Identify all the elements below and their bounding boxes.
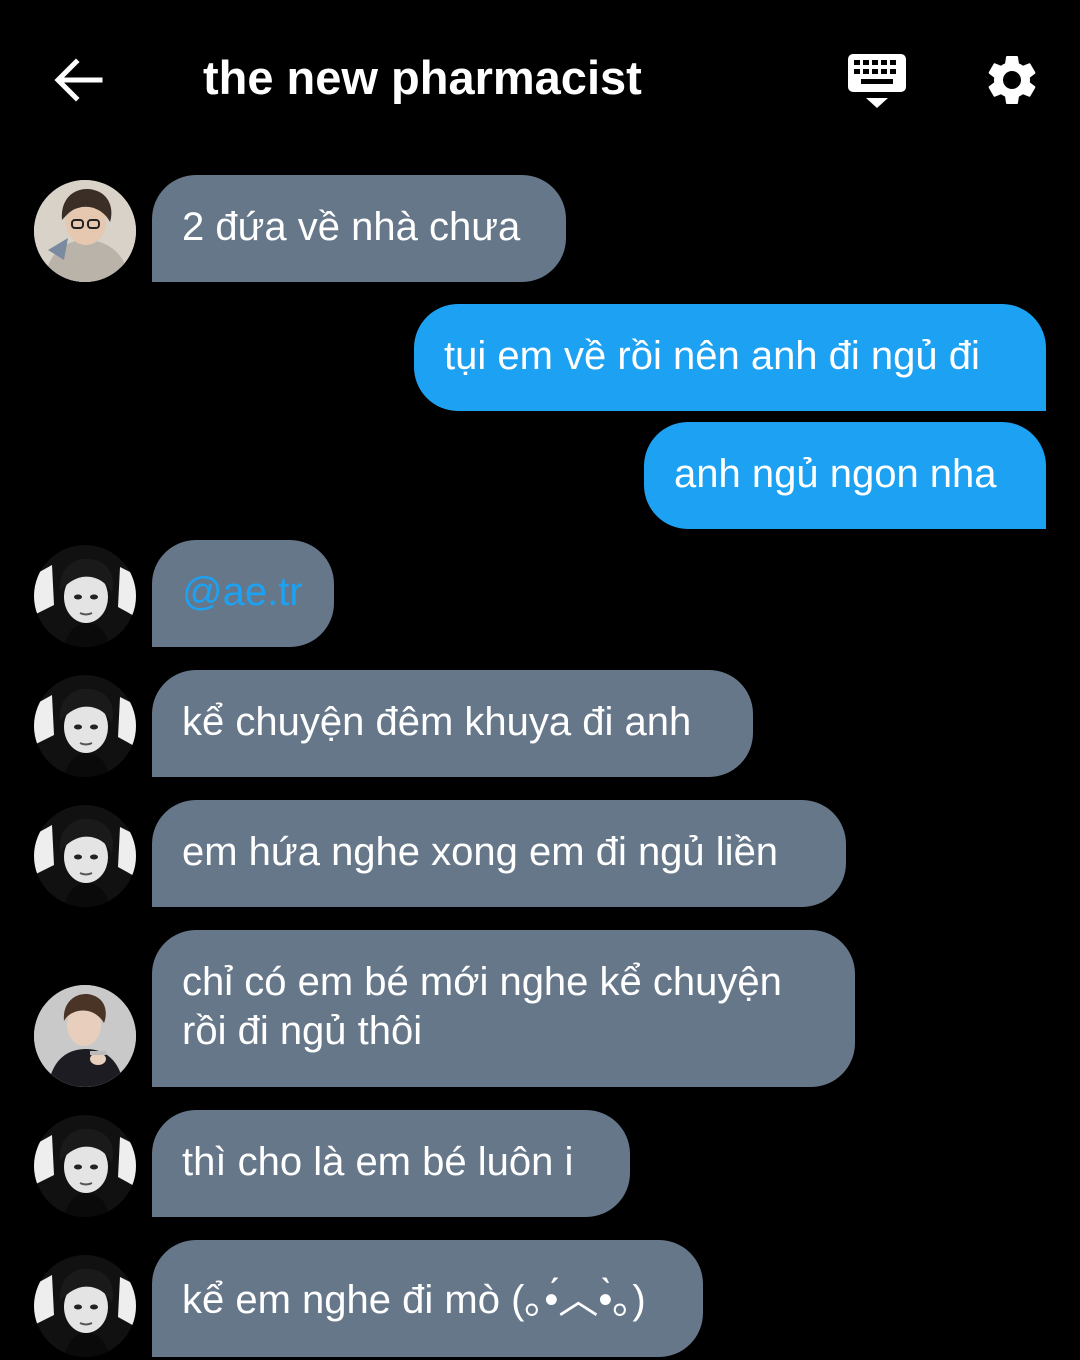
settings-button[interactable]: [982, 50, 1042, 110]
avatar-user-1: [34, 180, 136, 282]
message-bubble-incoming[interactable]: chỉ có em bé mới nghe kể chuyện rồi đi n…: [152, 930, 855, 1087]
keyboard-button[interactable]: [846, 50, 908, 112]
message-bubble-incoming[interactable]: 2 đứa về nhà chưa: [152, 175, 566, 282]
message-bubble-incoming[interactable]: kể em nghe đi mò (｡•́︿•̀｡): [152, 1240, 703, 1357]
message-bubble-incoming[interactable]: kể chuyện đêm khuya đi anh: [152, 670, 753, 777]
message-bubble-incoming[interactable]: thì cho là em bé luôn i: [152, 1110, 630, 1217]
avatar-user-2: [34, 1115, 136, 1217]
avatar-user-2: [34, 1255, 136, 1357]
avatar[interactable]: [34, 805, 136, 907]
keyboard-icon: [848, 54, 906, 108]
message-text: thì cho là em bé luôn i: [182, 1140, 574, 1184]
message-bubble-incoming[interactable]: em hứa nghe xong em đi ngủ liền: [152, 800, 846, 907]
avatar-user-2: [34, 805, 136, 907]
message-text-line: rồi đi ngủ thôi: [182, 1009, 423, 1053]
message-text: anh ngủ ngon nha: [674, 452, 997, 496]
message-text: 2 đứa về nhà chưa: [182, 205, 521, 249]
message-text-line: chỉ có em bé mới nghe kể chuyện: [182, 960, 782, 1004]
message-text: kể em nghe đi mò (｡•́︿•̀｡): [182, 1278, 646, 1322]
avatar[interactable]: [34, 1255, 136, 1357]
message-bubble-outgoing[interactable]: tụi em về rồi nên anh đi ngủ đi: [414, 304, 1046, 411]
message-bubble-incoming[interactable]: @ae.tr: [152, 540, 334, 647]
avatar[interactable]: [34, 985, 136, 1087]
avatar-user-2: [34, 675, 136, 777]
avatar[interactable]: [34, 1115, 136, 1217]
avatar-user-3: [34, 985, 136, 1087]
avatar[interactable]: [34, 180, 136, 282]
avatar-user-2: [34, 545, 136, 647]
arrow-left-icon: [54, 58, 103, 102]
message-text: tụi em về rồi nên anh đi ngủ đi: [444, 334, 980, 378]
avatar[interactable]: [34, 675, 136, 777]
message-text: em hứa nghe xong em đi ngủ liền: [182, 830, 779, 874]
avatar[interactable]: [34, 545, 136, 647]
message-bubble-outgoing[interactable]: anh ngủ ngon nha: [644, 422, 1046, 529]
chat-title: the new pharmacist: [203, 51, 642, 104]
mention-link[interactable]: @ae.tr: [182, 570, 303, 614]
back-button[interactable]: [50, 52, 106, 108]
message-text: kể chuyện đêm khuya đi anh: [182, 700, 692, 744]
gear-icon: [988, 55, 1036, 104]
chat-header: the new pharmacist: [0, 0, 1080, 160]
